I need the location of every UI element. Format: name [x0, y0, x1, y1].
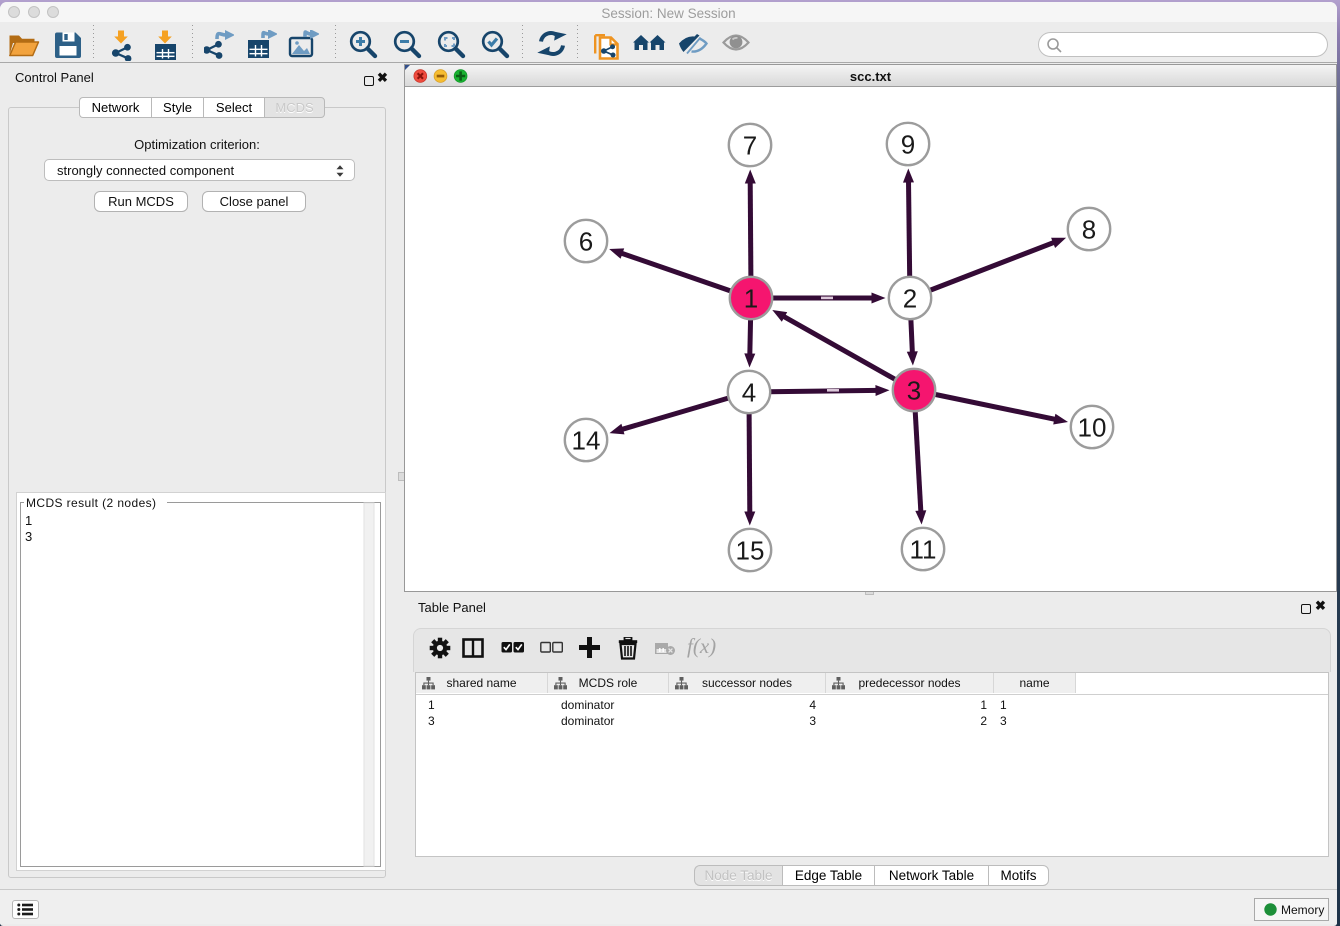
- svg-text:14: 14: [572, 426, 601, 456]
- svg-text:8: 8: [1082, 215, 1096, 245]
- svg-text:15: 15: [736, 536, 765, 566]
- svg-text:7: 7: [743, 131, 757, 161]
- svg-text:1: 1: [744, 284, 758, 314]
- svg-text:2: 2: [903, 284, 917, 314]
- svg-text:3: 3: [907, 376, 921, 406]
- svg-text:6: 6: [579, 227, 593, 257]
- svg-text:10: 10: [1078, 413, 1107, 443]
- svg-text:11: 11: [910, 535, 937, 565]
- svg-text:4: 4: [742, 378, 756, 408]
- svg-text:9: 9: [901, 130, 915, 160]
